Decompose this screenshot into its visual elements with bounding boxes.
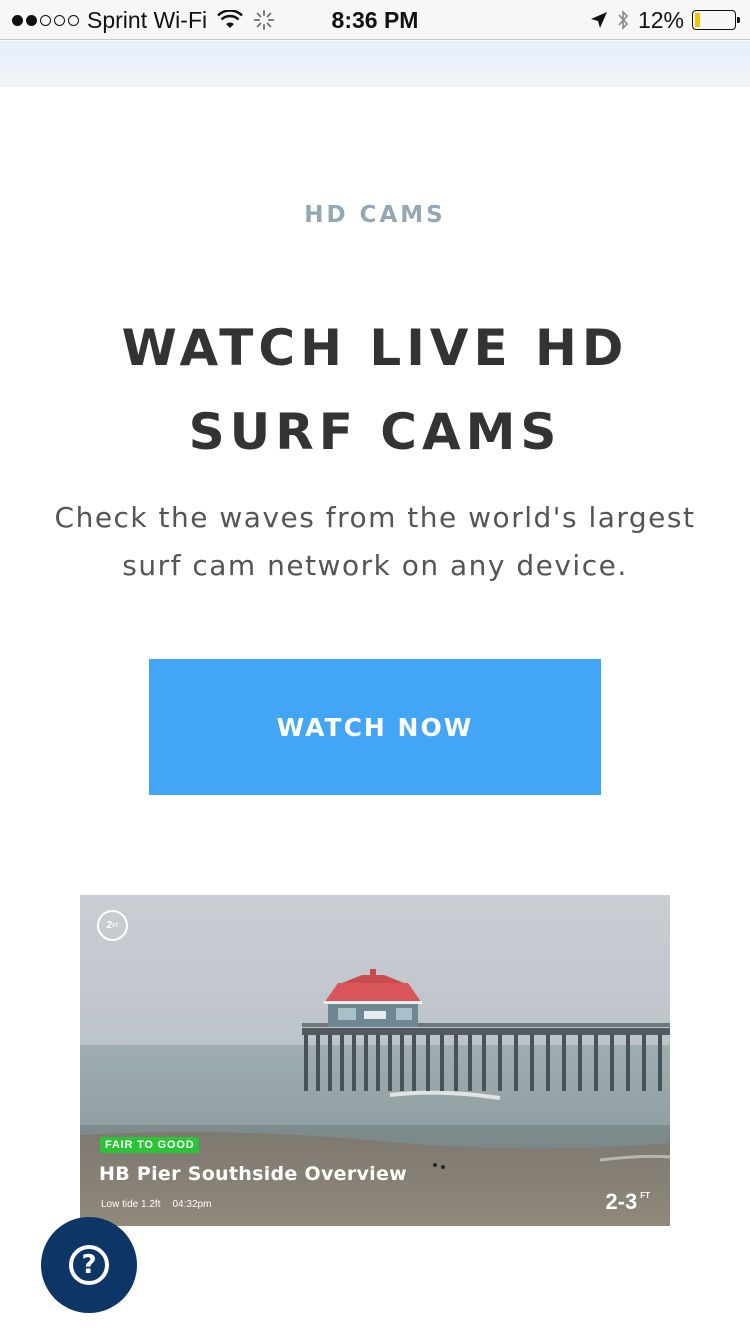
question-mark-icon: ? bbox=[69, 1245, 109, 1285]
bluetooth-icon bbox=[618, 10, 629, 30]
cam-preview-card[interactable]: 2 FT FAIR TO GOOD HB Pier Southside Overv… bbox=[80, 895, 670, 1226]
wave-height-badge-icon: 2 FT bbox=[97, 910, 128, 941]
section-eyebrow: HD CAMS bbox=[304, 202, 446, 228]
hero-description: Check the waves from the world's largest… bbox=[54, 501, 696, 582]
status-bar: Sprint Wi-Fi 8:36 PM 12% bbox=[0, 0, 750, 40]
battery-percent: 12% bbox=[637, 6, 684, 33]
watch-now-button[interactable]: WATCH NOW bbox=[149, 659, 601, 795]
page-title: WATCH LIVE HD SURF CAMS bbox=[121, 319, 629, 461]
surf-rating-badge: FAIR TO GOOD bbox=[100, 1137, 200, 1153]
surf-height: 2-3 FT bbox=[605, 1189, 650, 1215]
cam-tide-info: Low tide 1.2ft 04:32pm bbox=[101, 1199, 211, 1210]
wave-badge-unit: FT bbox=[112, 922, 119, 929]
help-button[interactable]: ? bbox=[41, 1217, 137, 1313]
status-right: 12% bbox=[590, 6, 740, 34]
tide-time: 04:32pm bbox=[172, 1199, 212, 1210]
help-glyph: ? bbox=[81, 1250, 97, 1280]
surf-height-value: 2-3 bbox=[605, 1189, 638, 1214]
battery-icon bbox=[692, 10, 740, 30]
tide-text: Low tide 1.2ft bbox=[101, 1199, 161, 1210]
surf-height-unit: FT bbox=[640, 1191, 650, 1200]
cam-title: HB Pier Southside Overview bbox=[99, 1163, 408, 1185]
location-arrow-icon bbox=[590, 12, 607, 28]
header-strip bbox=[0, 41, 750, 87]
